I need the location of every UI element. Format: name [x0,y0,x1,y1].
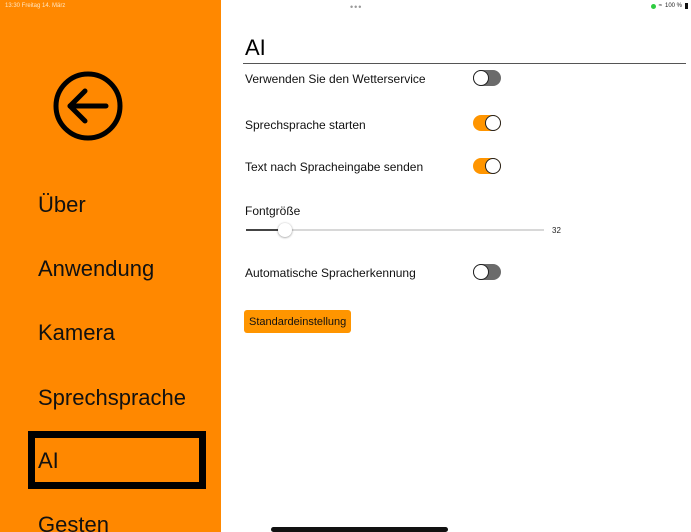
battery-percent: 100 % [664,3,682,9]
font-size-slider[interactable] [246,223,544,237]
font-size-label: Fontgröße [245,204,301,218]
auto-language-detection-label: Automatische Spracherkennung [245,266,416,280]
send-after-voice-input-toggle[interactable] [473,158,501,174]
weather-service-toggle[interactable] [473,70,501,86]
arrow-left-circle-icon [53,71,123,141]
start-speech-language-toggle[interactable] [473,115,501,131]
toggle-knob [485,158,501,174]
status-time: 13:30 Freitag 14. März [5,3,66,9]
wifi-icon: ≈ [658,3,662,9]
font-size-value: 32 [552,226,561,235]
camera-indicator-icon [650,3,656,9]
send-after-voice-input-label: Text nach Spracheingabe senden [245,160,424,174]
sidebar: 13:30 Freitag 14. März Über Anwendung Ka… [0,0,221,532]
toggle-knob [485,115,501,131]
back-button[interactable] [52,70,124,142]
sidebar-item-sprechsprache[interactable]: Sprechsprache [38,385,186,411]
toggle-knob [473,70,489,86]
auto-language-detection-toggle[interactable] [473,264,501,280]
home-indicator[interactable] [271,527,448,532]
multitasking-dots[interactable]: ••• [350,2,362,12]
status-indicators: ≈ 100 % [650,3,688,9]
start-speech-language-label: Sprechsprache starten [245,118,366,132]
sidebar-item-gesten[interactable]: Gesten [38,512,109,532]
slider-thumb[interactable] [278,223,292,237]
reset-defaults-button[interactable]: Standardeinstellung [244,310,352,333]
title-divider [243,63,686,64]
sidebar-item-ai[interactable]: AI [38,448,59,474]
page-title: AI [245,35,266,60]
sidebar-item-kamera[interactable]: Kamera [38,320,115,346]
sidebar-item-uber[interactable]: Über [38,192,86,218]
weather-service-label: Verwenden Sie den Wetterservice [245,72,426,86]
toggle-knob [473,264,489,280]
battery-icon [685,3,688,9]
sidebar-item-anwendung[interactable]: Anwendung [38,256,154,282]
